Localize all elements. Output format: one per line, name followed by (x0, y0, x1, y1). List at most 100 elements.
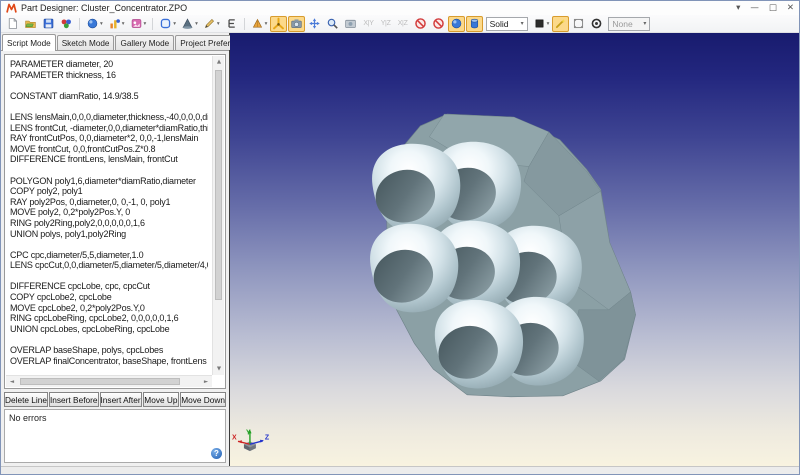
viewport-3d[interactable]: X Y Z (230, 33, 799, 466)
pan-view-button[interactable] (306, 16, 323, 32)
script-line[interactable]: MOVE cpcLobe2, 0,2*poly2Pos.Y,0 (10, 303, 208, 314)
script-line[interactable] (10, 366, 208, 375)
scroll-left-arrow[interactable]: ◄ (6, 376, 18, 388)
main-area: Script ModeSketch ModeGallery ModeProjec… (1, 33, 799, 466)
new-file-button[interactable] (4, 16, 21, 32)
script-line[interactable]: POLYGON poly1,6,diameter*diamRatio,diame… (10, 176, 208, 187)
highlight-tool-button[interactable] (552, 16, 569, 32)
solid-display-button[interactable] (448, 16, 465, 32)
script-line[interactable]: RING poly2Ring,poly2,0,0,0,0,0,1,6 (10, 218, 208, 229)
gallery-icon (130, 17, 143, 30)
script-line[interactable]: LENS lensMain,0,0,0,diameter,thickness,-… (10, 112, 208, 123)
cone-shape-button[interactable]: ▾ (179, 16, 200, 32)
script-line[interactable]: LENS frontCut, -diameter,0,0,diameter*di… (10, 123, 208, 134)
script-line[interactable]: RAY frontCutPos, 0,0,diameter*2, 0,0,-1,… (10, 133, 208, 144)
script-line[interactable]: DIFFERENCE cpcLobe, cpc, cpcCut (10, 281, 208, 292)
help-icon[interactable]: ? (211, 448, 222, 459)
gallery-primitive-button[interactable]: ▾ (128, 16, 149, 32)
tab-gallery-mode[interactable]: Gallery Mode (115, 35, 174, 50)
magnifier-icon (326, 17, 339, 30)
insert-after-button[interactable]: Insert After (100, 392, 142, 407)
script-lines[interactable]: PARAMETER diameter, 20PARAMETER thicknes… (6, 56, 212, 375)
script-line[interactable]: RAY poly2Pos, 0,diameter,0, 0,-1, 0, pol… (10, 197, 208, 208)
script-line[interactable]: OVERLAP baseShape, polys, cpcLobes (10, 345, 208, 356)
delete-line-button[interactable]: Delete Line (4, 392, 48, 407)
minimize-button[interactable]: — (750, 3, 759, 13)
prism-tool-button[interactable]: ▾ (249, 16, 270, 32)
vertical-scrollbar[interactable]: ▲ ▼ (212, 56, 224, 375)
script-line[interactable]: PARAMETER thickness, 16 (10, 70, 208, 81)
prism-icon (251, 17, 264, 30)
script-line[interactable] (10, 271, 208, 282)
script-line[interactable]: PARAMETER diameter, 20 (10, 59, 208, 70)
script-line[interactable]: UNION cpcLobes, cpcLobeRing, cpcLobe (10, 324, 208, 335)
script-editor[interactable]: PARAMETER diameter, 20PARAMETER thicknes… (4, 54, 226, 389)
move-down-button[interactable]: Move Down (180, 392, 226, 407)
render-mode-select[interactable]: Solid▾ (486, 17, 528, 31)
script-line[interactable] (10, 334, 208, 345)
script-line[interactable] (10, 165, 208, 176)
script-line[interactable]: MOVE frontCut, 0,0,frontCutPos.Z*0.8 (10, 144, 208, 155)
script-line[interactable]: CPC cpc,diameter/5,5,diameter,1.0 (10, 250, 208, 261)
horizontal-scroll-thumb[interactable] (20, 378, 180, 385)
pen-icon (203, 17, 216, 30)
scroll-down-arrow[interactable]: ▼ (213, 363, 225, 375)
view-xz-button[interactable]: X|Z (395, 16, 411, 32)
save-button[interactable] (40, 16, 57, 32)
window-menu-button[interactable]: ▾ (736, 3, 740, 13)
chevron-down-icon: ▾ (122, 21, 125, 27)
vertical-scroll-thumb[interactable] (215, 70, 222, 300)
camera-view-button[interactable] (288, 16, 305, 32)
window-title: Part Designer: Cluster_Concentrator.ZPO (21, 3, 187, 13)
insert-before-button[interactable]: Insert Before (49, 392, 99, 407)
script-line[interactable]: CONSTANT diamRatio, 14.9/38.5 (10, 91, 208, 102)
edit-tool-button[interactable] (223, 16, 240, 32)
script-line[interactable]: OVERLAP finalConcentrator, baseShape, fr… (10, 356, 208, 367)
fit-view-button[interactable] (570, 16, 587, 32)
error-status-text: No errors (9, 413, 47, 423)
view-xy-button[interactable]: X|Y (360, 16, 376, 32)
axes-toggle-button[interactable] (270, 16, 287, 32)
scroll-up-arrow[interactable]: ▲ (213, 56, 225, 68)
chevron-down-icon: ▾ (144, 21, 147, 27)
tab-script-mode[interactable]: Script Mode (2, 34, 56, 51)
chart-primitive-button[interactable]: ▾ (106, 16, 127, 32)
disable-render-button[interactable] (412, 16, 429, 32)
chevron-down-icon: ▾ (100, 21, 103, 27)
script-line[interactable]: MOVE poly2, 0,2*poly2Pos.Y, 0 (10, 207, 208, 218)
disable-trace-button[interactable] (430, 16, 447, 32)
script-line[interactable] (10, 80, 208, 91)
script-line[interactable]: COPY cpcLobe2, cpcLobe (10, 292, 208, 303)
script-line[interactable]: COPY poly2, poly1 (10, 186, 208, 197)
scene-canvas[interactable]: X Y Z (230, 33, 799, 466)
target-view-button[interactable] (588, 16, 605, 32)
sphere-primitive-button[interactable]: ▾ (84, 16, 105, 32)
script-line[interactable]: DIFFERENCE frontLens, lensMain, frontCut (10, 154, 208, 165)
script-line[interactable] (10, 101, 208, 112)
toolbar-separator (244, 18, 245, 30)
cylinder-display-button[interactable] (466, 16, 483, 32)
view-yz-button[interactable]: Y|Z (378, 16, 394, 32)
spheres-icon (60, 17, 73, 30)
toolbar-separator (152, 18, 153, 30)
open-file-button[interactable] (22, 16, 39, 32)
shading-options-button[interactable]: ▾ (531, 16, 552, 32)
rounded-shape-button[interactable]: ▾ (157, 16, 178, 32)
zoom-view-button[interactable] (324, 16, 341, 32)
maximize-button[interactable]: □ (769, 3, 777, 13)
script-line[interactable] (10, 239, 208, 250)
tab-sketch-mode[interactable]: Sketch Mode (57, 35, 115, 50)
close-button[interactable]: ✕ (787, 3, 794, 13)
script-line[interactable]: RING cpcLobeRing, cpcLobe2, 0,0,0,0,0,1,… (10, 313, 208, 324)
color-spheres-button[interactable] (58, 16, 75, 32)
pen-tool-button[interactable]: ▾ (201, 16, 222, 32)
overlay-select[interactable]: None▾ (608, 17, 650, 31)
script-line[interactable]: LENS cpcCut,0,0,diameter/5,diameter/5,di… (10, 260, 208, 271)
model-cluster-concentrator[interactable] (368, 114, 636, 397)
horizontal-scrollbar[interactable]: ◄ ► (6, 375, 212, 387)
snapshot-button[interactable] (342, 16, 359, 32)
axis-z-label: Z (265, 434, 270, 441)
script-line[interactable]: UNION polys, poly1,poly2Ring (10, 229, 208, 240)
move-up-button[interactable]: Move Up (143, 392, 180, 407)
scroll-right-arrow[interactable]: ► (200, 376, 212, 388)
